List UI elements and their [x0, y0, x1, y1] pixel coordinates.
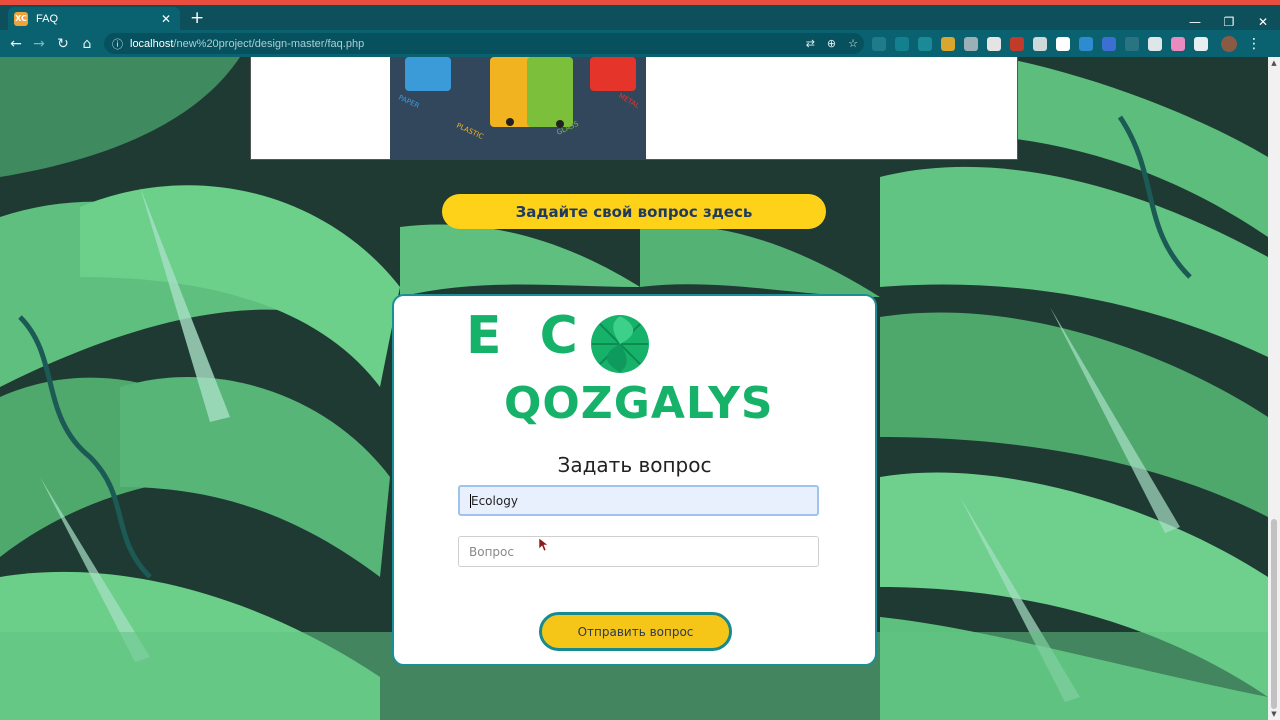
forward-icon[interactable]: →: [29, 34, 49, 54]
scroll-up-icon[interactable]: ▲: [1268, 59, 1280, 67]
zoom-icon[interactable]: ⊕: [827, 37, 836, 50]
home-icon[interactable]: ⌂: [77, 34, 97, 54]
extension-icon[interactable]: [941, 37, 955, 51]
address-bar: ← → ↻ ⌂ ⓘ localhost/new%20project/design…: [0, 30, 1280, 57]
tab-bar: XC FAQ ✕ + — ❐ ✕: [0, 5, 1280, 30]
extension-icon[interactable]: [1125, 37, 1139, 51]
scrollbar-thumb[interactable]: [1271, 519, 1277, 709]
extension-icon[interactable]: [895, 37, 909, 51]
logo-qozgalys-text: QOZGALYS: [504, 378, 774, 429]
extension-icon[interactable]: [918, 37, 932, 51]
bookmark-star-icon[interactable]: ☆: [848, 37, 858, 50]
url-field[interactable]: ⓘ localhost/new%20project/design-master/…: [104, 33, 864, 54]
extension-icon[interactable]: [1171, 37, 1185, 51]
bin-label-plastic: PLASTIC: [455, 122, 485, 141]
tab-title: FAQ: [36, 12, 59, 25]
logo-leaf-icon: [591, 315, 649, 373]
ask-question-banner[interactable]: Задайте свой вопрос здесь: [442, 194, 826, 229]
reading-list-icon[interactable]: [1194, 37, 1208, 51]
translate-icon[interactable]: ⇄: [806, 37, 815, 50]
url-host: localhost: [130, 37, 174, 50]
page-viewport: PAPER PLASTIC GLASS METAL Задайте свой в…: [0, 57, 1268, 720]
submit-question-button[interactable]: Отправить вопрос: [539, 612, 732, 651]
topic-input[interactable]: Ecology: [458, 485, 819, 516]
question-form-card: E C QOZGALYS Задать вопрос Ecology Вопро…: [392, 294, 877, 666]
browser-menu-icon[interactable]: ⋮: [1247, 36, 1261, 52]
extension-icon[interactable]: [1102, 37, 1116, 51]
extension-icon[interactable]: [1010, 37, 1024, 51]
question-input[interactable]: Вопрос: [458, 536, 819, 567]
extensions-bar: ⋮: [872, 34, 1261, 54]
reload-icon[interactable]: ↻: [53, 34, 73, 54]
extension-icon[interactable]: [1079, 37, 1093, 51]
tab-favicon-icon: XC: [14, 11, 28, 26]
back-icon[interactable]: ←: [6, 34, 26, 54]
extension-icon[interactable]: [964, 37, 978, 51]
extension-icon[interactable]: [872, 37, 886, 51]
logo-eco-text: E C: [466, 306, 588, 366]
profile-avatar[interactable]: [1221, 36, 1237, 52]
mouse-cursor-icon: [538, 537, 549, 552]
topic-input-value: Ecology: [471, 493, 518, 508]
form-title: Задать вопрос: [557, 453, 712, 477]
info-icon[interactable]: ⓘ: [112, 36, 123, 52]
bin-label-paper: PAPER: [397, 94, 421, 111]
bin-label-metal: METAL: [617, 92, 641, 110]
new-tab-icon[interactable]: +: [190, 8, 204, 28]
tab-close-icon[interactable]: ✕: [158, 12, 174, 26]
recycling-bins-image: PAPER PLASTIC GLASS METAL: [390, 57, 646, 160]
page-scrollbar[interactable]: ▲ ▼: [1268, 57, 1280, 720]
extension-icon[interactable]: [1033, 37, 1047, 51]
tab-faq[interactable]: XC FAQ ✕: [8, 7, 180, 30]
extension-icon[interactable]: [1148, 37, 1162, 51]
scroll-down-icon[interactable]: ▼: [1268, 710, 1280, 718]
url-path: /new%20project/design-master/faq.php: [173, 37, 365, 50]
extension-icon[interactable]: [987, 37, 1001, 51]
extension-icon[interactable]: [1056, 37, 1070, 51]
question-placeholder: Вопрос: [469, 544, 514, 559]
recycling-image-panel: PAPER PLASTIC GLASS METAL: [250, 57, 1018, 160]
